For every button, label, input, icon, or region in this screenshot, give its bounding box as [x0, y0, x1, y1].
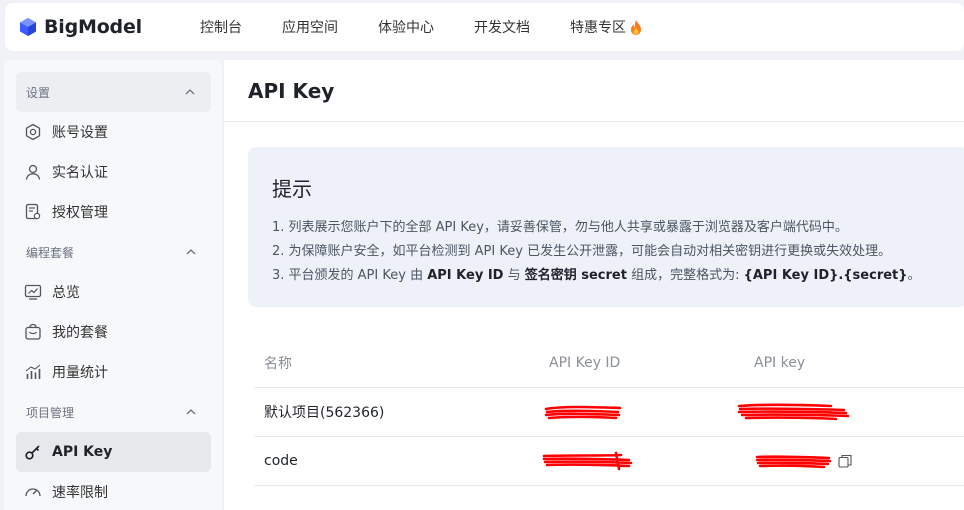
sidebar-item-usage-stats[interactable]: 用量统计: [4, 352, 222, 392]
sidebar-item-label: 账号设置: [52, 125, 108, 141]
redaction-scribble: [755, 455, 832, 469]
sidebar-item-label: 授权管理: [52, 205, 108, 221]
row-api-key-id-redacted: [542, 437, 754, 485]
nav-console[interactable]: 控制台: [200, 17, 242, 37]
chevron-up-icon: [186, 409, 196, 415]
logo[interactable]: BigModel: [18, 16, 188, 38]
sidebar-item-my-plan[interactable]: 我的套餐: [4, 312, 222, 352]
table-header-row: 名称 API Key ID API key: [254, 339, 964, 388]
sidebar-item-rate-limit[interactable]: 速率限制: [4, 472, 222, 510]
main-content: API Key 提示 1. 列表展示您账户下的全部 API Key，请妥善保管，…: [224, 60, 964, 510]
fire-icon: [631, 19, 641, 35]
tip-panel: 提示 1. 列表展示您账户下的全部 API Key，请妥善保管，勿与他人共享或暴…: [248, 147, 964, 307]
key-link-icon: [24, 443, 42, 461]
row-name: 默认项目(562366): [264, 405, 385, 421]
top-navbar: BigModel 控制台 应用空间 体验中心 开发文档 特惠专区: [5, 3, 964, 51]
tip-line-1: 1. 列表展示您账户下的全部 API Key，请妥善保管，勿与他人共享或暴露于浏…: [272, 220, 848, 235]
nav-dev-docs[interactable]: 开发文档: [474, 17, 530, 37]
table-row[interactable]: 默认项目(562366): [254, 388, 964, 437]
speedometer-icon: [24, 483, 42, 501]
table-row[interactable]: code: [254, 437, 964, 486]
sidebar-item-label: 用量统计: [52, 365, 108, 381]
row-name: code: [264, 453, 298, 469]
sidebar-item-label: 我的套餐: [52, 325, 108, 341]
row-api-key-id-redacted: [544, 388, 754, 436]
redaction-scribble: [542, 451, 633, 471]
nav-experience-center[interactable]: 体验中心: [378, 17, 434, 37]
sidebar-group-coding-plan[interactable]: 编程套餐: [4, 232, 222, 272]
sidebar: 设置 账号设置 实名认证 授权管理 编程套餐 总览 我的套餐 用量统计 项目管理…: [4, 60, 222, 510]
copy-icon[interactable]: [838, 454, 852, 468]
row-api-key-redacted: [754, 437, 964, 485]
tip-text: 3. 平台颁发的 API Key 由: [272, 268, 428, 283]
nav-app-space[interactable]: 应用空间: [282, 17, 338, 37]
redaction-scribble: [737, 403, 850, 421]
tip-title: 提示: [272, 177, 312, 201]
tip-text: 与: [503, 268, 525, 283]
tip-text: 。: [907, 268, 921, 283]
sidebar-group-label: 项目管理: [26, 405, 75, 420]
column-header-api-key: API key: [754, 355, 806, 371]
column-header-name: 名称: [264, 356, 292, 372]
sidebar-item-real-name-verification[interactable]: 实名认证: [4, 152, 222, 192]
sidebar-group-project-management[interactable]: 项目管理: [4, 392, 222, 432]
sidebar-item-label: 速率限制: [52, 485, 108, 501]
sidebar-item-api-key[interactable]: API Key: [16, 432, 211, 472]
tip-bold-text: API Key ID: [427, 268, 504, 283]
main-nav: 控制台 应用空间 体验中心 开发文档 特惠专区: [188, 17, 682, 37]
page-title: API Key: [248, 78, 335, 103]
dashboard-icon: [24, 283, 42, 301]
chevron-up-icon: [185, 89, 195, 95]
sidebar-group-label: 编程套餐: [26, 245, 75, 260]
bar-chart-icon: [24, 363, 42, 381]
settings-icon: [24, 123, 42, 141]
page-header: API Key: [224, 60, 964, 122]
sidebar-item-label: 实名认证: [52, 165, 108, 181]
tip-line-3: 3. 平台颁发的 API Key 由 API Key ID 与 签名密钥 sec…: [272, 264, 964, 288]
logo-text: BigModel: [44, 16, 142, 38]
column-header-api-key-id: API Key ID: [549, 355, 621, 371]
sidebar-item-overview[interactable]: 总览: [4, 272, 222, 312]
bag-icon: [24, 323, 42, 341]
row-api-key-redacted: [737, 388, 964, 436]
nav-special-offers[interactable]: 特惠专区: [570, 17, 642, 37]
sidebar-group-settings[interactable]: 设置: [16, 72, 211, 112]
tip-text: 组成，完整格式为:: [626, 268, 744, 283]
nav-special-offers-label: 特惠专区: [570, 20, 626, 36]
tip-bold-text: 签名密钥 secret: [524, 268, 627, 283]
sidebar-item-account-settings[interactable]: 账号设置: [4, 112, 222, 152]
user-icon: [24, 163, 42, 181]
chevron-up-icon: [186, 249, 196, 255]
sidebar-item-authorization[interactable]: 授权管理: [4, 192, 222, 232]
sidebar-item-label: API Key: [52, 444, 113, 460]
sidebar-item-label: 总览: [52, 285, 80, 301]
tip-line-2: 2. 为保障账户安全，如平台检测到 API Key 已发生公开泄露，可能会自动对…: [272, 244, 892, 259]
bigmodel-logo-icon: [18, 17, 38, 37]
api-key-table: 名称 API Key ID API key 默认项目(562366) code: [254, 339, 964, 486]
tip-bold-text: {API Key ID}.{secret}: [743, 268, 908, 283]
sidebar-group-label: 设置: [26, 85, 51, 100]
redaction-scribble: [544, 405, 622, 420]
document-gear-icon: [24, 203, 42, 221]
